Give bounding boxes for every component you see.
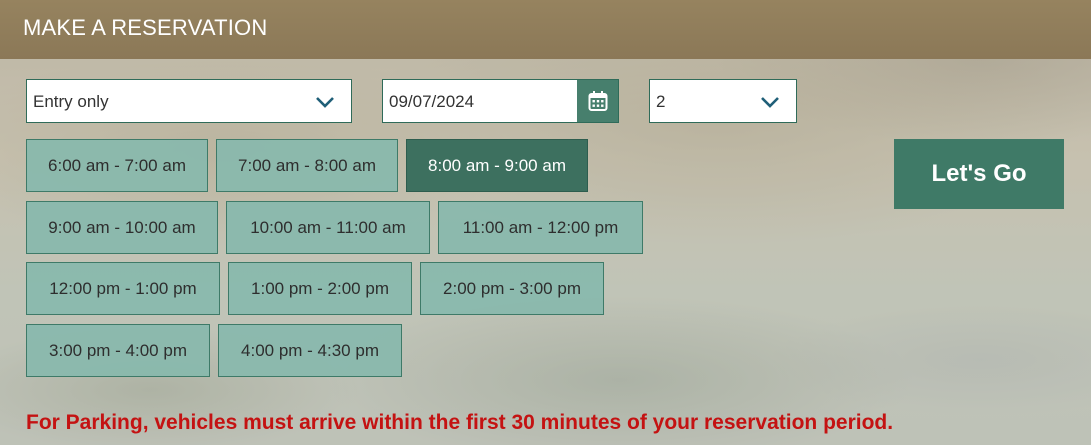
calendar-icon <box>588 91 607 111</box>
parking-notice: For Parking, vehicles must arrive within… <box>26 411 894 434</box>
lets-go-button[interactable]: Let's Go <box>894 139 1064 209</box>
time-slot[interactable]: 10:00 am - 11:00 am <box>226 201 430 254</box>
guest-count-select[interactable]: 2 <box>649 79 797 123</box>
chevron-down-icon <box>316 97 334 108</box>
reservation-type-select[interactable]: Entry only <box>26 79 352 123</box>
date-field[interactable]: 09/07/2024 <box>382 79 619 123</box>
page-title: MAKE A RESERVATION <box>23 15 268 40</box>
time-slot[interactable]: 9:00 am - 10:00 am <box>26 201 218 254</box>
time-slot-selected[interactable]: 8:00 am - 9:00 am <box>406 139 588 192</box>
time-slot[interactable]: 1:00 pm - 2:00 pm <box>228 262 412 315</box>
date-value: 09/07/2024 <box>389 92 475 111</box>
time-slot[interactable]: 4:00 pm - 4:30 pm <box>218 324 402 377</box>
guest-count-value: 2 <box>656 92 666 111</box>
time-slot[interactable]: 6:00 am - 7:00 am <box>26 139 208 192</box>
chevron-down-icon <box>761 97 779 108</box>
reservation-type-value: Entry only <box>33 92 109 111</box>
time-slot[interactable]: 12:00 pm - 1:00 pm <box>26 262 220 315</box>
reservation-header: MAKE A RESERVATION <box>0 0 1091 59</box>
time-slot[interactable]: 11:00 am - 12:00 pm <box>438 201 643 254</box>
time-slot[interactable]: 7:00 am - 8:00 am <box>216 139 398 192</box>
calendar-button[interactable] <box>577 80 618 122</box>
time-slot[interactable]: 3:00 pm - 4:00 pm <box>26 324 210 377</box>
time-slot[interactable]: 2:00 pm - 3:00 pm <box>420 262 604 315</box>
